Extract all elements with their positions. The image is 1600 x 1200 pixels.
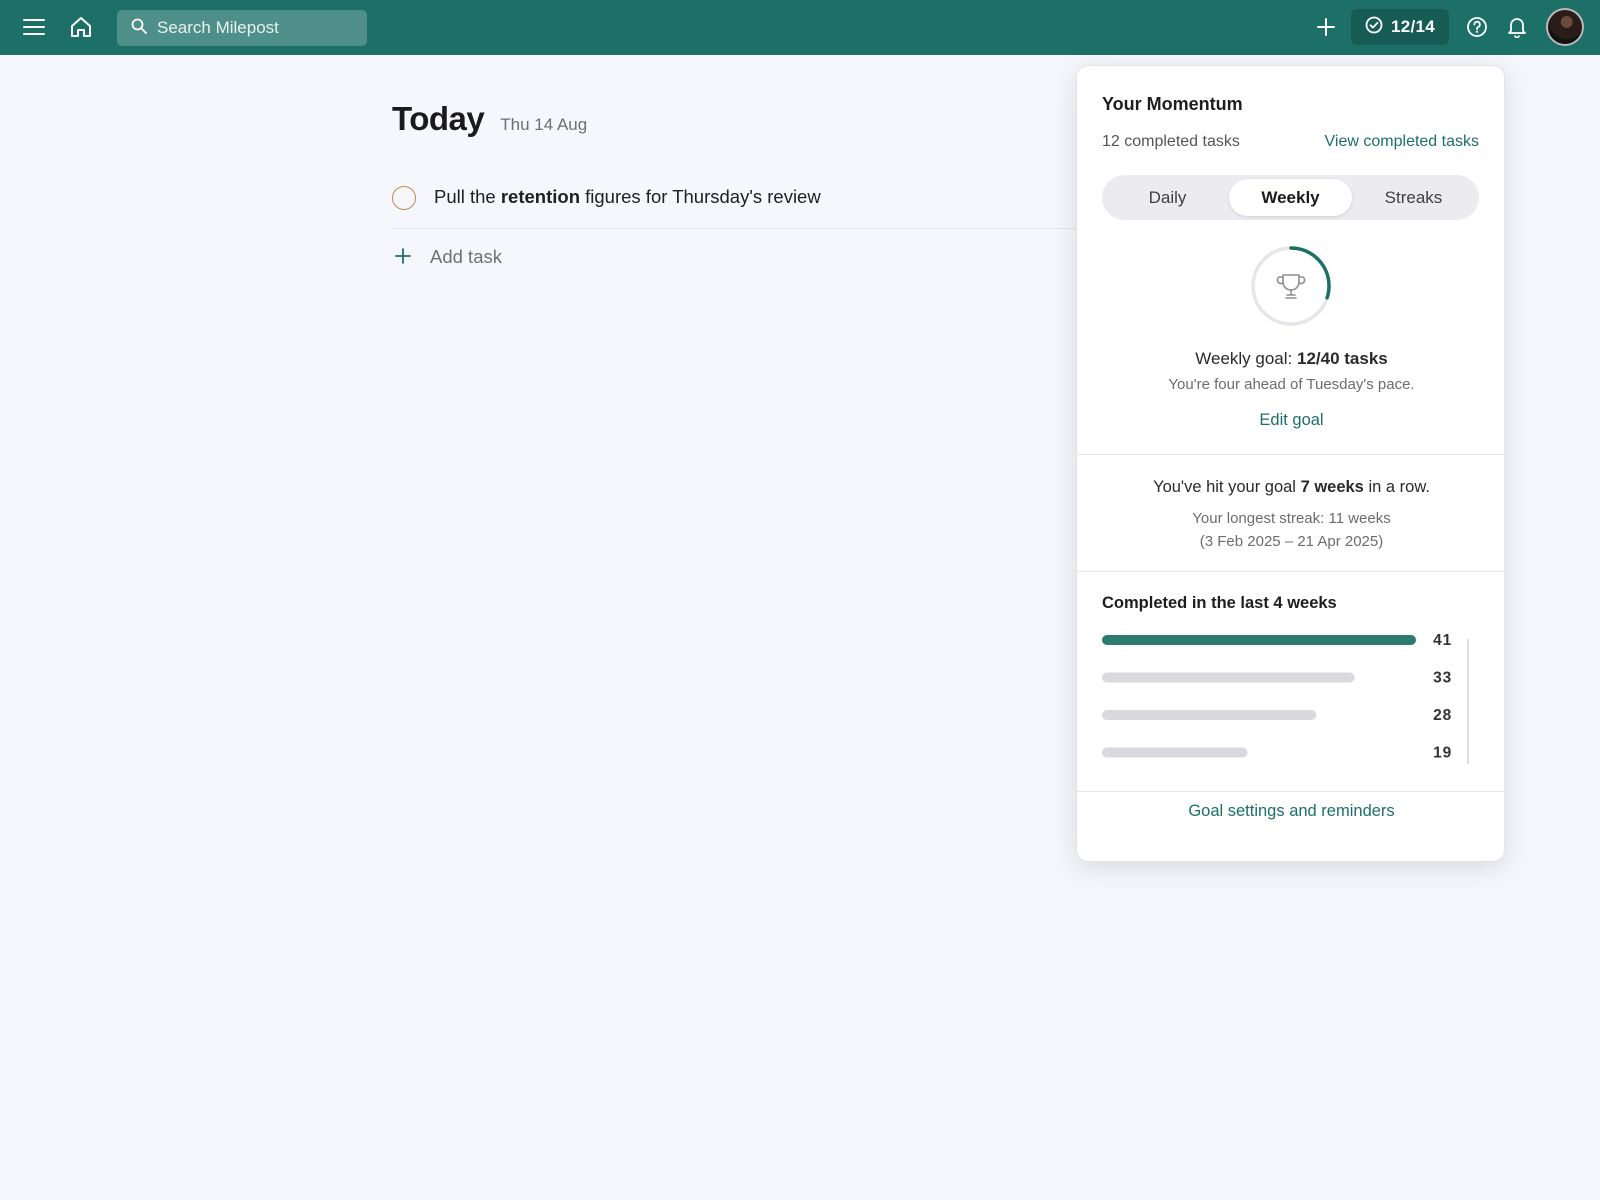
weekly-goal-text: Weekly goal: 12/40 tasks bbox=[1195, 349, 1388, 368]
divider bbox=[1077, 454, 1504, 455]
momentum-popover: Your Momentum 12 completed tasks View co… bbox=[1076, 65, 1505, 862]
streak-text: You've hit your goal 7 weeks in a row. bbox=[1153, 478, 1430, 496]
menu-icon[interactable] bbox=[17, 10, 51, 44]
week-bar-value-3: 28 bbox=[1433, 707, 1452, 724]
week-bar-3 bbox=[1102, 710, 1317, 720]
period-tabs: Daily Weekly Streaks bbox=[1102, 175, 1479, 220]
divider bbox=[1077, 791, 1504, 792]
avatar[interactable] bbox=[1546, 8, 1584, 46]
pace-text: You're four ahead of Tuesday's pace. bbox=[1168, 376, 1415, 393]
week-bar-value-1: 41 bbox=[1433, 632, 1452, 649]
add-icon[interactable] bbox=[1309, 10, 1343, 44]
bell-icon[interactable] bbox=[1500, 10, 1534, 44]
task-title[interactable]: Pull the retention figures for Thursday'… bbox=[434, 186, 821, 208]
popover-title: Your Momentum bbox=[1102, 94, 1243, 114]
edit-goal-link[interactable]: Edit goal bbox=[1077, 411, 1506, 430]
tab-weekly[interactable]: Weekly bbox=[1229, 179, 1352, 216]
page-title: Today bbox=[392, 100, 485, 137]
search-icon bbox=[131, 18, 147, 39]
week-bar-2 bbox=[1102, 672, 1355, 683]
page-date: Thu 14 Aug bbox=[500, 115, 588, 134]
chart-axis-line bbox=[1467, 639, 1469, 764]
search-bar[interactable] bbox=[117, 10, 367, 46]
progress-count: 12/14 bbox=[1390, 17, 1436, 36]
add-task-label: Add task bbox=[430, 246, 502, 267]
plus-icon bbox=[394, 247, 412, 268]
productivity-progress-button[interactable]: 12/14 bbox=[1351, 9, 1449, 45]
completed-count: 12 completed tasks bbox=[1102, 133, 1240, 150]
week-bar-4 bbox=[1102, 747, 1248, 758]
help-icon[interactable] bbox=[1460, 10, 1494, 44]
view-completed-link[interactable]: View completed tasks bbox=[1325, 133, 1479, 151]
goal-settings-link[interactable]: Goal settings and reminders bbox=[1077, 802, 1506, 821]
longest-streak-text: Your longest streak: 11 weeks (3 Feb 202… bbox=[1192, 510, 1391, 550]
task-checkbox[interactable] bbox=[392, 186, 416, 210]
goal-progress-ring bbox=[1251, 246, 1331, 326]
weeks-chart-title: Completed in the last 4 weeks bbox=[1102, 594, 1337, 612]
top-bar: 12/14 bbox=[0, 0, 1600, 55]
week-bar-1 bbox=[1102, 635, 1416, 645]
check-circle-icon bbox=[1365, 16, 1391, 39]
trophy-icon bbox=[1276, 274, 1306, 299]
divider bbox=[1077, 571, 1504, 572]
tab-streaks[interactable]: Streaks bbox=[1352, 179, 1475, 216]
week-bar-value-2: 33 bbox=[1433, 670, 1452, 687]
search-input[interactable] bbox=[157, 18, 357, 38]
task-row[interactable]: Pull the retention figures for Thursday'… bbox=[392, 182, 1092, 229]
add-task-button[interactable]: Add task bbox=[394, 246, 502, 268]
home-icon[interactable] bbox=[64, 10, 98, 44]
weekly-completion-chart: 41 33 28 19 bbox=[1102, 632, 1452, 762]
today-view: Today Thu 14 Aug Pull the retention figu… bbox=[392, 100, 1092, 267]
week-bar-value-4: 19 bbox=[1433, 745, 1452, 762]
tab-daily[interactable]: Daily bbox=[1106, 179, 1229, 216]
